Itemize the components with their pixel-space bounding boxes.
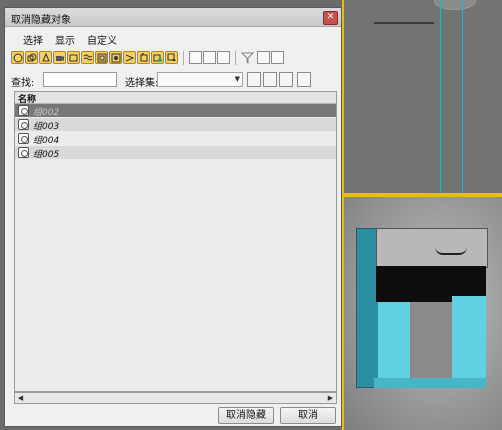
filter-particles-icon[interactable] — [165, 51, 178, 64]
object-list[interactable]: 名称 组002 组003 组004 组005 — [14, 91, 337, 392]
unhide-objects-dialog: 取消隐藏对象 ✕ 选择 显示 自定义 查找: 选择集: ▼ 名称 组002 组0… — [4, 7, 342, 427]
group-icon — [18, 105, 29, 116]
drawer-handle — [435, 247, 467, 255]
horizontal-scrollbar[interactable]: ◀ ▶ — [14, 392, 337, 404]
toolbar-separator — [235, 51, 236, 65]
filter-helpers-icon[interactable] — [67, 51, 80, 64]
list-item-label: 组004 — [33, 136, 60, 146]
filter-bones-icon[interactable] — [123, 51, 136, 64]
filter-frozen-icon[interactable] — [151, 51, 164, 64]
selection-set-remove-icon[interactable] — [263, 72, 277, 87]
menu-display[interactable]: 显示 — [55, 32, 75, 47]
cabinet-panel — [452, 296, 486, 388]
filter-containers-icon[interactable] — [137, 51, 150, 64]
scroll-right-icon[interactable]: ▶ — [326, 394, 335, 403]
filter-toolbar — [9, 49, 339, 69]
viewport-top[interactable] — [344, 0, 502, 193]
menu-select[interactable]: 选择 — [23, 32, 43, 47]
select-all-icon[interactable] — [189, 51, 202, 64]
list-item[interactable]: 组005 — [15, 146, 336, 160]
viewport-line — [374, 22, 434, 24]
selection-set-add-icon[interactable] — [247, 72, 261, 87]
find-row: 查找: 选择集: ▼ — [9, 72, 339, 90]
filter-geometry-icon[interactable] — [11, 51, 24, 64]
unhide-button[interactable]: 取消隐藏 — [218, 407, 274, 424]
list-item[interactable]: 组003 — [15, 118, 336, 132]
group-icon — [18, 119, 29, 130]
viewport-guide — [462, 0, 463, 193]
group-icon — [18, 147, 29, 158]
select-none-icon[interactable] — [203, 51, 216, 64]
cabinet-drawer — [376, 228, 488, 268]
sync-selection-icon[interactable] — [257, 51, 270, 64]
list-item[interactable]: 组002 — [15, 104, 336, 118]
filter-xrefs-icon[interactable] — [109, 51, 122, 64]
list-item-label: 组005 — [33, 150, 60, 160]
filter-shapes-icon[interactable] — [25, 51, 38, 64]
viewport-guide — [440, 0, 441, 193]
cabinet-model[interactable] — [356, 228, 494, 398]
filter-groups-icon[interactable] — [95, 51, 108, 64]
filter-lights-icon[interactable] — [39, 51, 52, 64]
find-input[interactable] — [43, 72, 117, 87]
list-item-label: 组003 — [33, 122, 60, 132]
dialog-title: 取消隐藏对象 — [11, 15, 71, 26]
column-header-name[interactable]: 名称 — [15, 92, 336, 105]
dropdown-arrow-icon: ▼ — [234, 75, 240, 83]
list-item[interactable]: 组004 — [15, 132, 336, 146]
group-icon — [18, 133, 29, 144]
cancel-button[interactable]: 取消 — [280, 407, 336, 424]
filter-funnel-icon[interactable] — [240, 51, 255, 67]
titlebar[interactable]: 取消隐藏对象 ✕ — [5, 8, 341, 27]
menu-customize[interactable]: 自定义 — [87, 32, 117, 47]
select-invert-icon[interactable] — [217, 51, 230, 64]
filter-cameras-icon[interactable] — [53, 51, 66, 64]
toolbar-separator — [183, 51, 184, 65]
menubar: 选择 显示 自定义 — [5, 28, 341, 47]
cabinet-panel — [378, 302, 410, 388]
selection-set-label: 选择集: — [125, 78, 159, 89]
list-item-label: 组002 — [33, 108, 60, 118]
find-label: 查找: — [11, 78, 35, 89]
selection-set-edit-icon[interactable] — [297, 72, 311, 87]
cabinet-back — [410, 302, 452, 388]
display-children-icon[interactable] — [271, 51, 284, 64]
filter-spacewarps-icon[interactable] — [81, 51, 94, 64]
close-button[interactable]: ✕ — [323, 11, 338, 25]
cabinet-base — [374, 378, 486, 388]
selection-set-select-icon[interactable] — [279, 72, 293, 87]
scroll-left-icon[interactable]: ◀ — [16, 394, 25, 403]
selection-set-dropdown[interactable]: ▼ — [157, 72, 243, 87]
